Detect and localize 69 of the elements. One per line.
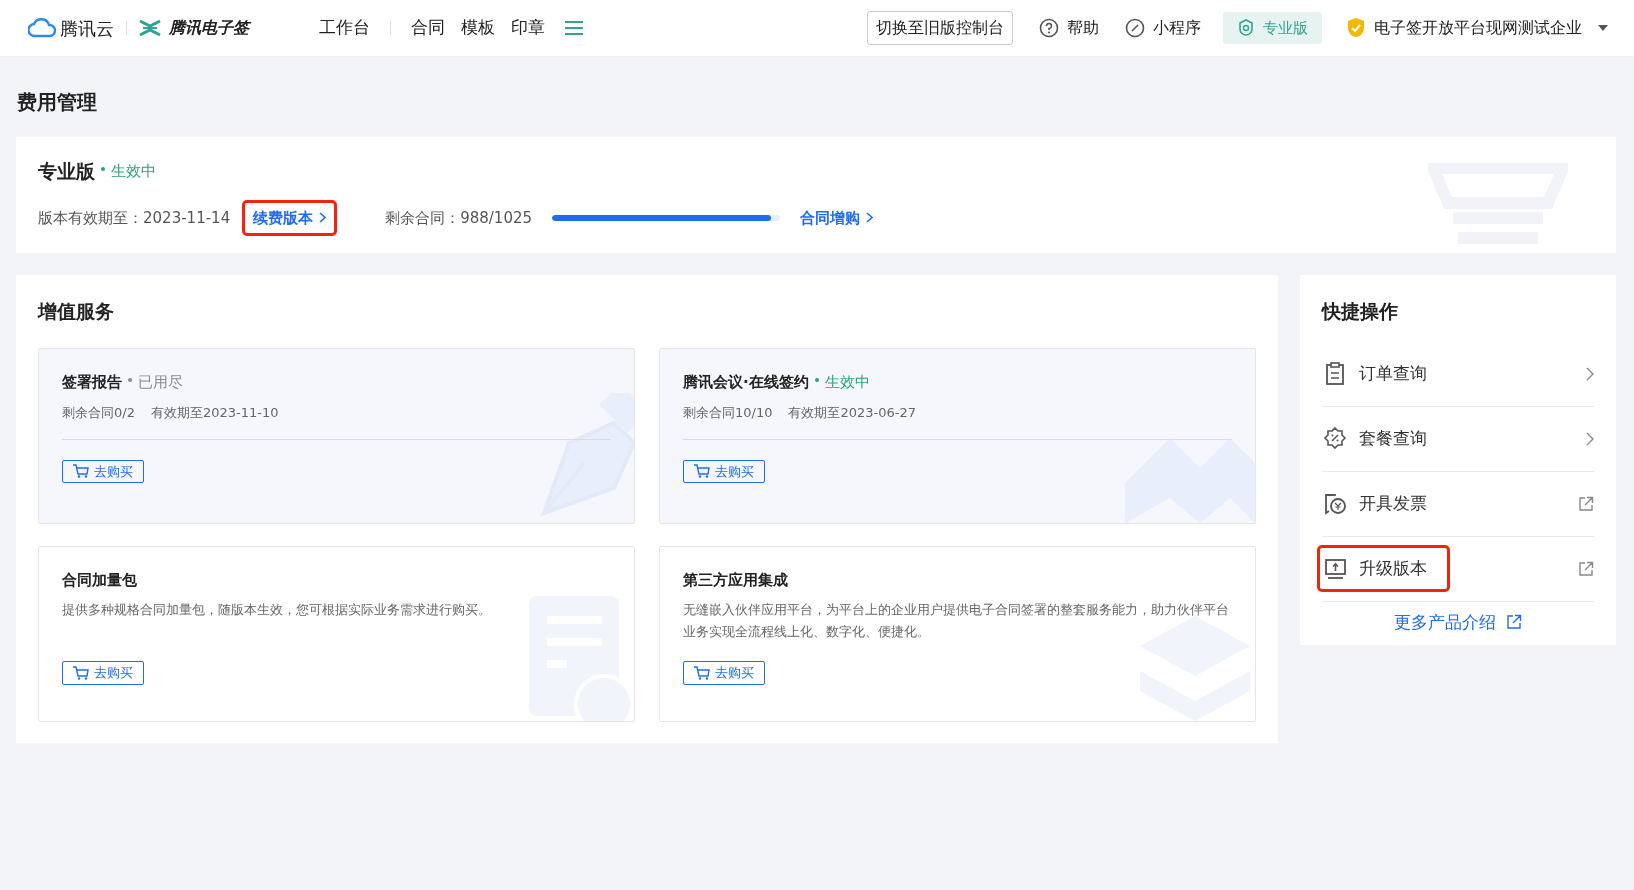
invoice-icon (1324, 492, 1347, 515)
help-link[interactable]: 帮助 (1039, 16, 1099, 40)
menu-icon (563, 19, 585, 37)
remaining-label: 剩余合同： (385, 207, 461, 229)
service-description: 无缝嵌入伙伴应用平台，为平台上的企业用户提供电子合同签署的整套服务能力，助力伙伴平台业务实现全流程线上化、数字化、便捷化。 (683, 601, 1230, 641)
section-title: 增值服务 (38, 299, 115, 324)
expiry-date: 2023-11-14 (143, 207, 231, 229)
quick-action-item[interactable]: 升级版本 (1322, 536, 1594, 602)
help-icon (1039, 18, 1059, 38)
external-link-icon (1578, 560, 1594, 577)
expiry-date: 有效期至2023-06-27 (788, 404, 917, 422)
brand-name[interactable]: 腾讯云 (60, 14, 114, 42)
shield-icon (1237, 19, 1255, 37)
expiry-date: 有效期至2023-11-10 (150, 404, 279, 422)
expiry-label: 版本有效期至： (38, 207, 143, 229)
nav-link[interactable]: 印章 (503, 15, 553, 41)
more-products-link[interactable]: 更多产品介绍 (1394, 609, 1522, 635)
service-title: 腾讯会议·在线签约 (683, 371, 809, 393)
service-title: 签署报告 (62, 371, 122, 393)
renew-link[interactable]: 续费版本 (242, 199, 338, 236)
product-logo-icon (139, 19, 161, 37)
nav-link[interactable]: 合同 (403, 15, 453, 41)
buy-button[interactable]: 去购买 (683, 459, 765, 483)
buy-button[interactable]: 去购买 (62, 661, 144, 685)
quick-action-item[interactable]: 套餐查询 (1322, 406, 1594, 472)
buy-more-link[interactable]: 合同增购 (800, 206, 874, 229)
service-status: 已用尽 (138, 371, 183, 393)
quick-action-label: 开具发票 (1359, 491, 1427, 515)
cart-icon (73, 464, 89, 479)
service-description: 提供多种规格合同加量包，随版本生效，您可根据实际业务需求进行购买。 (62, 601, 492, 619)
chevron-right-icon (319, 212, 327, 224)
buy-button[interactable]: 去购买 (683, 661, 765, 685)
quick-action-label: 套餐查询 (1359, 426, 1427, 450)
link-icon (1125, 18, 1145, 38)
quick-action-label: 升级版本 (1359, 556, 1427, 580)
cart-icon (73, 665, 89, 680)
service-title: 第三方应用集成 (683, 569, 788, 591)
remaining-count: 988/1025 (460, 207, 533, 229)
shield-check-icon (1346, 17, 1366, 39)
cart-icon (694, 464, 710, 479)
monitor-upload-icon (1324, 557, 1347, 580)
chevron-right-icon (866, 212, 874, 224)
quick-action-item[interactable]: 开具发票 (1322, 471, 1594, 537)
caret-down-icon (1598, 24, 1608, 32)
remaining-count: 剩余合同0/2 (62, 404, 135, 422)
external-link-icon (1506, 614, 1522, 631)
page-title: 费用管理 (16, 89, 98, 116)
cart-icon (694, 665, 710, 680)
badge-icon (1324, 427, 1347, 450)
remaining-count: 剩余合同10/10 (683, 404, 773, 422)
external-link-icon (1578, 495, 1594, 512)
switch-console-button[interactable]: 切换至旧版控制台 (867, 11, 1013, 45)
buy-button[interactable]: 去购买 (62, 459, 144, 483)
plan-status: 生效中 (111, 161, 156, 182)
mini-program-link[interactable]: 小程序 (1125, 16, 1201, 40)
plan-name: 专业版 (38, 159, 95, 184)
edition-badge: 专业版 (1223, 11, 1322, 45)
chevron-right-icon (1586, 366, 1594, 381)
nav-link[interactable]: 模板 (453, 15, 503, 41)
service-status: 生效中 (824, 371, 870, 393)
section-title: 快捷操作 (1322, 299, 1399, 324)
quick-action-label: 订单查询 (1359, 361, 1427, 385)
chevron-right-icon (1586, 431, 1594, 446)
nav-link[interactable]: 工作台 (311, 15, 378, 41)
cloud-logo-icon (28, 18, 56, 38)
clipboard-icon (1324, 362, 1347, 385)
quick-action-item[interactable]: 订单查询 (1322, 341, 1594, 407)
company-dropdown[interactable]: 电子签开放平台现网测试企业 (1346, 16, 1608, 40)
service-title: 合同加量包 (62, 569, 137, 591)
